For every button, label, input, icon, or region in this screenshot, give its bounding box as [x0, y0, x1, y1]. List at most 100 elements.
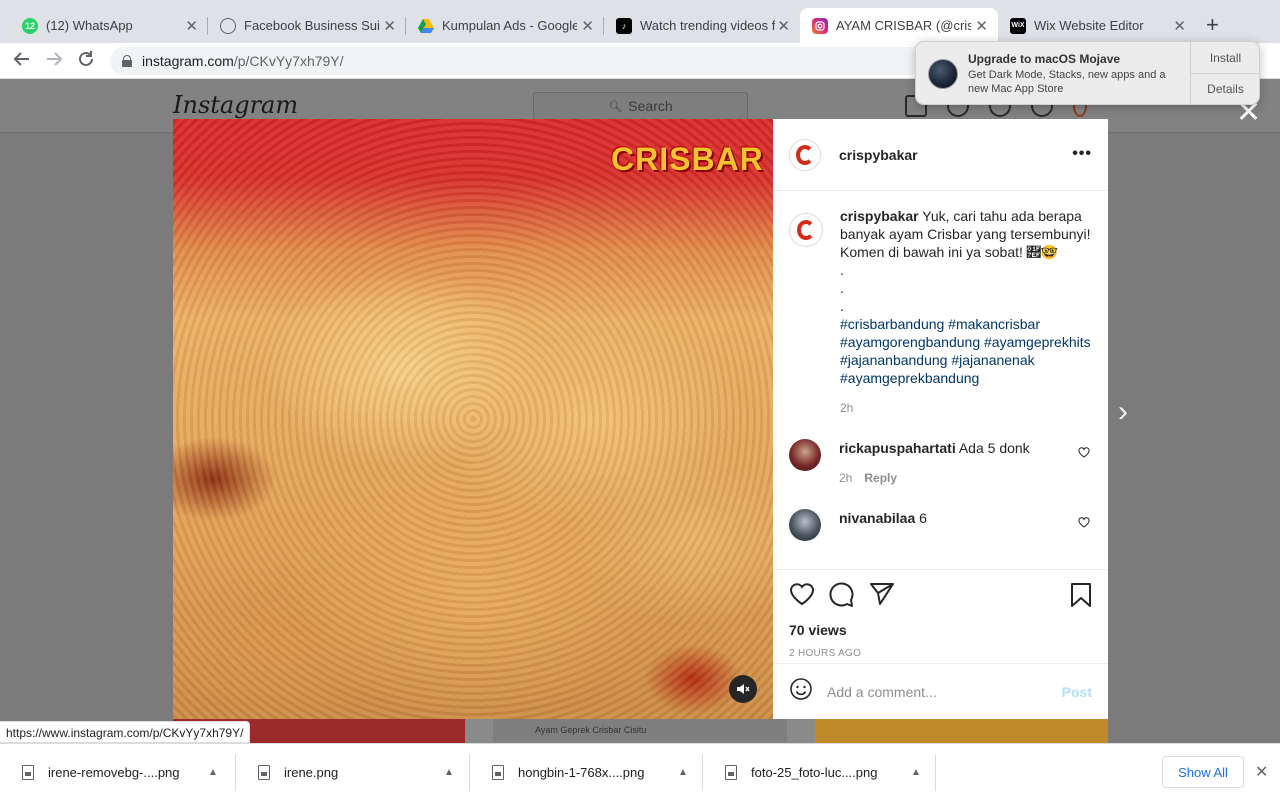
chevron-up-icon[interactable]: ▲	[678, 767, 688, 778]
notification-text: Get Dark Mode, Stacks, new apps and a ne…	[968, 69, 1166, 95]
tab-strip: 12 (12) WhatsApp ✕ Facebook Business Sui…	[0, 0, 1280, 43]
download-item[interactable]: irene-removebg-....png ▲	[0, 744, 236, 800]
close-icon[interactable]: ✕	[1255, 762, 1268, 782]
back-arrow-icon[interactable]	[13, 50, 31, 73]
comment-username[interactable]: rickapuspahartati	[839, 440, 956, 456]
comment-text: Ada 5 donk	[958, 440, 1030, 456]
install-button[interactable]: Install	[1191, 42, 1260, 73]
close-icon[interactable]: ✕	[185, 17, 198, 35]
post-header: crispybakar •••	[773, 119, 1108, 191]
heart-icon[interactable]	[1078, 515, 1090, 533]
mute-icon[interactable]	[729, 675, 757, 703]
caption-time: 2h	[840, 401, 854, 415]
status-url-tooltip: https://www.instagram.com/p/CKvYy7xh79Y/	[0, 721, 251, 743]
reply-button[interactable]: Reply	[864, 469, 897, 487]
details-button[interactable]: Details	[1191, 73, 1260, 104]
tab-instagram[interactable]: AYAM CRISBAR (@crispybakar) ✕	[800, 8, 998, 43]
caption-hashtags[interactable]: #crisbarbandung #makancrisbar #ayamgoren…	[840, 315, 1092, 387]
close-icon[interactable]: ✕	[777, 17, 790, 35]
file-icon	[22, 765, 34, 780]
post-comment-button[interactable]: Post	[1062, 684, 1092, 700]
more-options-icon[interactable]: •••	[1072, 145, 1092, 163]
file-icon	[258, 765, 270, 780]
tab-title: Facebook Business Suite	[244, 18, 379, 33]
download-filename: foto-25_foto-luc....png	[751, 765, 878, 780]
close-icon[interactable]: ✕	[581, 17, 594, 35]
whatsapp-icon: 12	[22, 17, 38, 34]
tab-whatsapp[interactable]: 12 (12) WhatsApp ✕	[10, 8, 208, 43]
avatar[interactable]	[789, 213, 823, 247]
file-icon	[492, 765, 504, 780]
crisbar-logo-icon	[796, 144, 814, 165]
heart-icon[interactable]	[1078, 445, 1090, 463]
avatar[interactable]	[789, 439, 821, 471]
google-drive-icon	[418, 18, 434, 34]
macos-notification[interactable]: Upgrade to macOS Mojave Get Dark Mode, S…	[915, 41, 1260, 105]
crisbar-brand-logo: CRISBAR	[611, 141, 764, 177]
tab-google-drive[interactable]: Kumpulan Ads - Google Drive ✕	[406, 8, 604, 43]
forward-arrow-icon[interactable]	[45, 50, 63, 73]
views-count[interactable]: 70 views	[789, 622, 1092, 638]
post-side-panel: crispybakar ••• crispybakar Yuk, cari ta…	[773, 119, 1108, 719]
new-tab-button[interactable]: +	[1206, 12, 1219, 38]
download-filename: irene.png	[284, 765, 339, 780]
bookmark-icon[interactable]	[1070, 582, 1092, 613]
tab-title: Watch trending videos for you	[640, 18, 775, 33]
share-icon[interactable]	[869, 582, 895, 608]
emoji-icon[interactable]	[789, 677, 813, 706]
tab-wix[interactable]: WiX Wix Website Editor ✕	[998, 8, 1196, 43]
action-icons	[789, 582, 1092, 608]
close-icon[interactable]: ✕	[975, 17, 988, 35]
lock-icon	[122, 55, 132, 67]
comment-time: 2h	[839, 471, 853, 485]
thumb-caption: Ayam Geprek Crisbar Cisitu	[535, 725, 647, 735]
next-post-arrow-icon[interactable]: ›	[1118, 395, 1128, 429]
comment-username[interactable]: nivanabilaa	[839, 510, 915, 526]
comment-input[interactable]	[827, 683, 1047, 700]
search-input[interactable]: 🔍︎ Search	[533, 92, 748, 120]
address-bar[interactable]: instagram.com/p/CKvYy7xh79Y/	[110, 47, 930, 75]
comment-icon[interactable]	[829, 582, 855, 608]
macos-mojave-icon	[928, 59, 958, 89]
chevron-up-icon[interactable]: ▲	[911, 767, 921, 778]
comment-meta: 2h Reply	[839, 469, 1030, 487]
notification-title: Upgrade to macOS Mojave	[968, 52, 1121, 66]
avatar[interactable]	[789, 509, 821, 541]
downloads-bar: irene-removebg-....png ▲ irene.png ▲ hon…	[0, 743, 1280, 800]
caption-username[interactable]: crispybakar	[840, 208, 919, 224]
download-item[interactable]: foto-25_foto-luc....png ▲	[703, 744, 936, 800]
background-posts-strip: Ayam Geprek Crisbar Cisitu	[173, 719, 1108, 743]
chevron-up-icon[interactable]: ▲	[444, 767, 454, 778]
url-path: /p/CKvYy7xh79Y/	[233, 53, 344, 69]
comment-item: nivanabilaa 6	[789, 509, 1092, 541]
instagram-icon	[812, 17, 828, 34]
show-all-downloads-button[interactable]: Show All	[1162, 756, 1244, 788]
download-filename: hongbin-1-768x....png	[518, 765, 645, 780]
tab-tiktok[interactable]: ♪ Watch trending videos for you ✕	[604, 8, 800, 43]
url-host: instagram.com	[142, 53, 234, 69]
search-placeholder: Search	[628, 98, 673, 114]
comment-item: rickapuspahartati Ada 5 donk 2h Reply	[789, 439, 1092, 487]
download-divider	[935, 754, 936, 791]
tab-title: Kumpulan Ads - Google Drive	[442, 18, 577, 33]
post-username[interactable]: crispybakar	[839, 147, 918, 163]
download-item[interactable]: hongbin-1-768x....png ▲	[470, 744, 703, 800]
tab-title: Wix Website Editor	[1034, 18, 1144, 33]
avatar[interactable]	[789, 138, 821, 171]
close-icon[interactable]: ✕	[383, 17, 396, 35]
post-video[interactable]: CRISBAR	[173, 119, 773, 719]
tiktok-icon: ♪	[616, 17, 632, 34]
tab-facebook-business[interactable]: Facebook Business Suite ✕	[208, 8, 406, 43]
crisbar-logo-icon	[797, 220, 815, 240]
background-post-thumb	[815, 719, 1108, 743]
add-comment-bar: Post	[773, 663, 1108, 719]
like-heart-icon[interactable]	[789, 582, 815, 608]
instagram-page: Instagram 🔍︎ Search ✕ › CRISBAR Ayam Gep…	[0, 79, 1280, 743]
tab-title: (12) WhatsApp	[46, 18, 133, 33]
close-icon[interactable]: ✕	[1173, 17, 1186, 35]
facebook-business-icon	[220, 17, 236, 34]
reload-icon[interactable]	[77, 50, 95, 73]
download-item[interactable]: irene.png ▲	[236, 744, 470, 800]
instagram-logo[interactable]: Instagram	[173, 91, 298, 119]
chevron-up-icon[interactable]: ▲	[208, 767, 218, 778]
